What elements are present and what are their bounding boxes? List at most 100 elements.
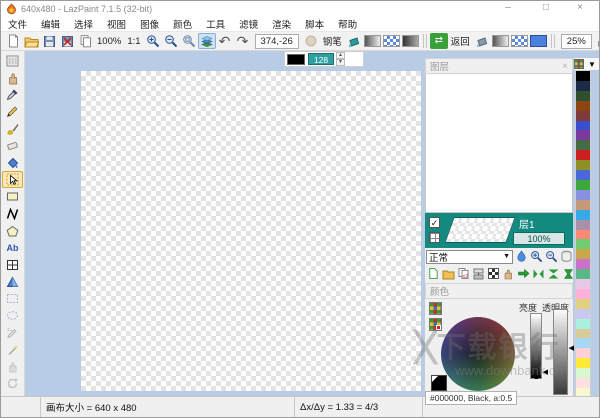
palette-color[interactable] [576, 120, 590, 131]
palette-toggle-icon[interactable] [429, 302, 442, 315]
palette-color[interactable] [576, 189, 590, 200]
flip-horizontal-icon[interactable] [531, 267, 545, 281]
redo-icon[interactable]: ↷ [234, 33, 252, 49]
pen-pattern-fill-icon[interactable] [401, 35, 419, 47]
new-document-icon[interactable] [4, 33, 22, 49]
maximize-button[interactable]: □ [531, 1, 561, 16]
palette-color[interactable] [576, 288, 590, 299]
zoom-window-icon[interactable] [180, 33, 198, 49]
hand-tool-icon[interactable] [2, 69, 23, 86]
palette-color[interactable] [576, 199, 590, 210]
duplicate-layer-icon[interactable]: x2 [456, 267, 470, 281]
layer-name[interactable]: 层1 [519, 216, 535, 231]
brush-tool-icon[interactable] [2, 120, 23, 137]
palette-color[interactable] [576, 209, 590, 220]
palette-color[interactable] [576, 368, 590, 379]
save-as-icon[interactable] [58, 33, 76, 49]
palette-color[interactable] [576, 170, 590, 180]
current-color-swatch[interactable] [431, 375, 447, 391]
flood-fill-tool-icon[interactable] [2, 154, 23, 171]
pen-texture-fill-icon[interactable] [382, 35, 400, 47]
pen-color-swatch[interactable] [287, 53, 305, 65]
select-pen-tool-icon[interactable] [2, 324, 23, 341]
minimize-button[interactable]: – [493, 1, 523, 16]
palette-color[interactable] [576, 179, 590, 190]
palette-color[interactable] [576, 249, 590, 260]
menu-help[interactable]: 帮助 [331, 17, 364, 31]
palette-color[interactable] [576, 298, 590, 309]
back-texture-fill-icon[interactable] [510, 35, 528, 47]
palette-dropdown-icon[interactable]: ▼ [588, 60, 596, 69]
zoom-one-to-one-button[interactable]: 1:1 [124, 36, 143, 47]
layer-storage-icon[interactable] [559, 250, 573, 264]
menu-color[interactable]: 颜色 [166, 17, 199, 31]
palette-color[interactable] [576, 150, 590, 161]
layers-close-icon[interactable]: × [562, 61, 572, 72]
polygon-tool-icon[interactable] [2, 222, 23, 239]
lightness-slider[interactable]: ◀ ▲ [530, 313, 548, 381]
toolbox-columns-icon[interactable] [2, 52, 23, 69]
palette-color[interactable] [576, 160, 590, 171]
palette-color[interactable] [576, 348, 590, 359]
layer-zoom-in-icon[interactable] [529, 250, 543, 264]
merge-layer-icon[interactable] [471, 267, 485, 281]
new-layer-icon[interactable] [426, 267, 440, 281]
undo-icon[interactable]: ↶ [216, 33, 234, 49]
tolerance-value[interactable]: 25% [560, 33, 592, 49]
palette-color[interactable] [576, 378, 590, 388]
palette-edit-icon[interactable] [429, 318, 442, 331]
menu-render[interactable]: 渲染 [265, 17, 298, 31]
zoom-in-icon[interactable] [144, 33, 162, 49]
rotate-layer-icon[interactable] [561, 267, 575, 281]
zoom-fit-button[interactable]: 100% [94, 36, 124, 47]
opacity-slider[interactable]: ◀ [553, 309, 574, 395]
palette-color[interactable] [576, 140, 590, 151]
rasterize-layer-icon[interactable] [486, 267, 500, 281]
rotate-selection-tool-icon[interactable] [2, 375, 23, 392]
palette-color[interactable] [576, 80, 590, 91]
palette-color[interactable] [576, 328, 590, 339]
palette-color[interactable] [576, 229, 590, 240]
show-layers-icon[interactable] [197, 33, 216, 49]
palette-color[interactable] [576, 279, 590, 289]
zoom-out-icon[interactable] [162, 33, 180, 49]
back-gradient-fill-icon[interactable] [491, 35, 509, 47]
menu-view[interactable]: 视图 [100, 17, 133, 31]
layer-visibility-checkbox[interactable]: ✓ [429, 217, 440, 228]
back-plain-fill-icon[interactable] [473, 33, 491, 49]
palette-color[interactable] [576, 308, 590, 319]
canvas[interactable] [81, 71, 421, 391]
close-button[interactable]: × [565, 1, 595, 16]
magic-wand-tool-icon[interactable] [2, 341, 23, 358]
copy-icon[interactable] [76, 33, 94, 49]
back-solid-fill-icon[interactable] [529, 35, 547, 47]
polyline-tool-icon[interactable] [2, 205, 23, 222]
layer-opacity-value[interactable]: 100% [513, 232, 565, 245]
palette-color[interactable] [576, 358, 590, 369]
save-icon[interactable] [40, 33, 58, 49]
palette-color[interactable] [576, 239, 590, 250]
palette-color[interactable] [576, 219, 590, 230]
color-droplet-icon[interactable] [514, 250, 528, 264]
color-wheel[interactable] [441, 317, 515, 391]
menu-file[interactable]: 文件 [1, 17, 34, 31]
blend-mode-select[interactable]: 正常 ▼ [426, 249, 513, 264]
thumbs-up-icon[interactable] [595, 33, 599, 49]
pen-tool-icon[interactable] [2, 103, 23, 120]
menu-filter[interactable]: 滤镜 [232, 17, 265, 31]
lightness-marker-icon[interactable]: ◀ [543, 369, 548, 376]
layer-thumbnail[interactable] [444, 217, 516, 243]
move-layer-icon[interactable] [501, 267, 515, 281]
spinner-down-icon[interactable]: ▼ [336, 59, 345, 66]
open-folder-icon[interactable] [22, 33, 40, 49]
palette-color[interactable] [576, 338, 590, 349]
palette-grid-icon[interactable] [574, 59, 584, 69]
lightness-pointer-icon[interactable]: ▲ [533, 374, 540, 381]
arrow-move-icon[interactable] [516, 267, 530, 281]
palette-color[interactable] [576, 259, 590, 270]
layer-zoom-out-icon[interactable] [544, 250, 558, 264]
swap-colors-icon[interactable]: ⇄ [429, 33, 448, 49]
color-wheel-cursor[interactable] [474, 350, 481, 357]
pen-alpha-spinner[interactable]: ▲ ▼ [336, 52, 345, 66]
phong-shape-tool-icon[interactable] [2, 273, 23, 290]
